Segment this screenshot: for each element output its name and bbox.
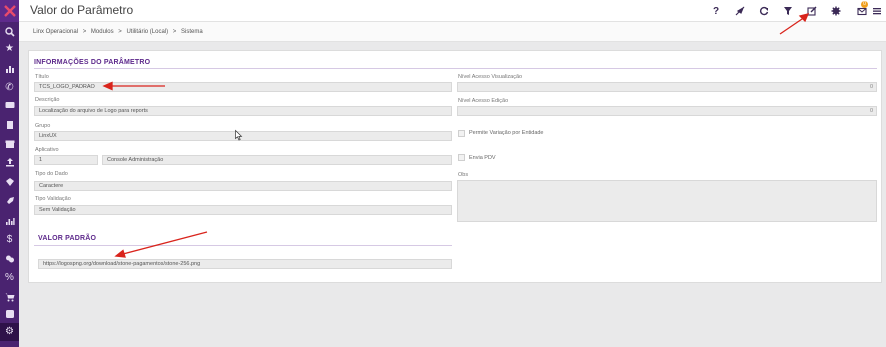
annotation-arrow xyxy=(779,13,810,35)
annotation-arrows xyxy=(102,13,810,258)
annotation-arrow xyxy=(102,81,165,91)
annotation-arrow xyxy=(114,231,208,258)
